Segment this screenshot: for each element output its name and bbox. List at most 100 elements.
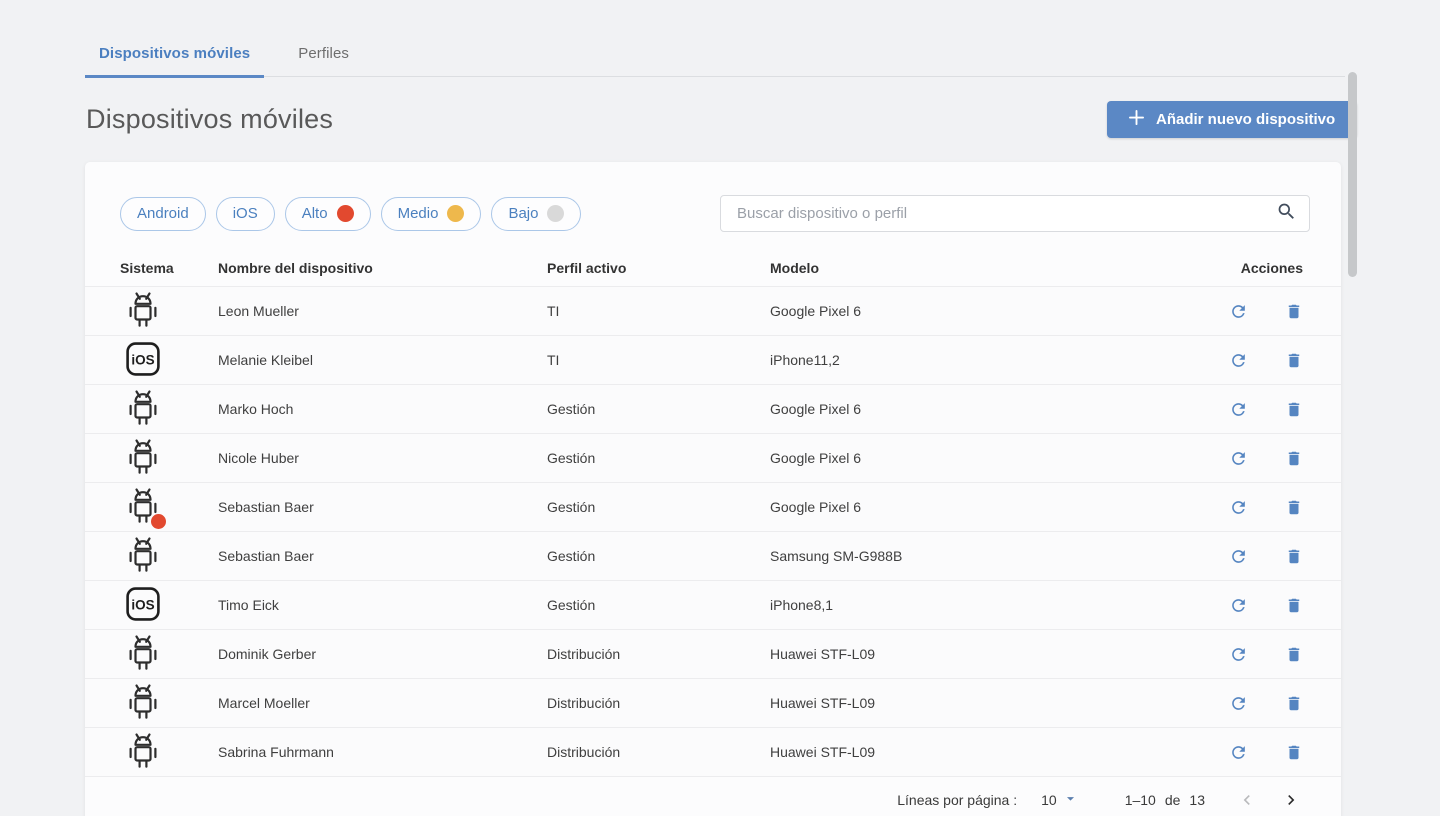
device-model: Huawei STF-L09 — [770, 744, 876, 761]
filter-chip-label: Android — [137, 205, 189, 222]
android-icon — [126, 732, 160, 773]
previous-page-button[interactable] — [1237, 790, 1257, 810]
severity-dot-icon — [447, 205, 465, 222]
severity-dot-icon — [547, 205, 565, 222]
active-profile: Distribución — [547, 695, 621, 712]
active-profile: Gestión — [547, 597, 596, 614]
column-header-perfil: Perfil activo — [547, 259, 627, 276]
sync-button[interactable] — [1229, 645, 1248, 664]
tab-perfiles[interactable]: Perfiles — [284, 33, 363, 78]
filter-chip-android[interactable]: Android — [120, 196, 206, 231]
sync-button[interactable] — [1229, 694, 1248, 713]
os-icon-wrap — [124, 486, 166, 530]
delete-button[interactable] — [1285, 400, 1303, 419]
device-name: Leon Mueller — [218, 303, 299, 320]
active-profile: Gestión — [547, 499, 596, 516]
column-header-sistema: Sistema — [120, 259, 174, 276]
pagination-total: 13 — [1189, 791, 1205, 808]
table-row: iOS Timo Eick Gestión iPhone8,1 — [85, 580, 1341, 630]
sync-button[interactable] — [1229, 547, 1248, 566]
table-row: Dominik Gerber Distribución Huawei STF-L… — [85, 629, 1341, 679]
table-row: Leon Mueller TI Google Pixel 6 — [85, 286, 1341, 336]
delete-button[interactable] — [1285, 449, 1303, 468]
sync-button[interactable] — [1229, 302, 1248, 321]
rows-per-page-select[interactable]: 10 — [1041, 790, 1079, 810]
sync-button[interactable] — [1229, 351, 1248, 370]
table-footer: Líneas por página : 10 1–10 de 13 — [85, 776, 1341, 816]
column-header-modelo: Modelo — [770, 259, 819, 276]
delete-button[interactable] — [1285, 645, 1303, 664]
search-icon[interactable] — [1276, 201, 1297, 227]
table-row: iOS Melanie Kleibel TI iPhone11,2 — [85, 335, 1341, 385]
caret-down-icon — [1062, 790, 1079, 810]
add-device-button-label: Añadir nuevo dispositivo — [1156, 111, 1336, 128]
table-header: Sistema Nombre del dispositivo Perfil ac… — [85, 249, 1341, 286]
device-model: Huawei STF-L09 — [770, 695, 876, 712]
android-icon — [126, 634, 160, 675]
delete-button[interactable] — [1285, 302, 1303, 321]
android-icon — [126, 683, 160, 724]
active-profile: TI — [547, 352, 560, 369]
tab-dispositivos-moviles[interactable]: Dispositivos móviles — [85, 33, 265, 78]
pagination-of-label: de — [1164, 791, 1181, 808]
os-icon-wrap — [124, 535, 162, 577]
delete-button[interactable] — [1285, 743, 1303, 762]
delete-button[interactable] — [1285, 351, 1303, 370]
filter-chip-medio[interactable]: Medio — [380, 196, 482, 231]
add-device-button[interactable]: Añadir nuevo dispositivo — [1107, 101, 1358, 138]
os-icon-wrap — [124, 731, 162, 773]
sync-button[interactable] — [1229, 400, 1248, 419]
android-icon — [126, 291, 160, 332]
android-icon — [126, 389, 160, 430]
filters-row: Android iOS Alto Medio Bajo — [85, 162, 1341, 249]
search-input[interactable] — [725, 205, 1276, 222]
os-icon-wrap — [124, 388, 162, 430]
next-page-button[interactable] — [1281, 790, 1301, 810]
filter-chip-label: Alto — [301, 205, 328, 222]
rows-per-page-label: Líneas por página : — [897, 791, 1018, 808]
pagination-range-values: 1–10 — [1124, 791, 1156, 808]
filter-chip-alto[interactable]: Alto — [284, 196, 371, 231]
device-name: Timo Eick — [218, 597, 279, 614]
android-icon — [126, 438, 160, 479]
table-row: Nicole Huber Gestión Google Pixel 6 — [85, 433, 1341, 483]
device-model: iPhone8,1 — [770, 597, 834, 614]
table-row: Marcel Moeller Distribución Huawei STF-L… — [85, 678, 1341, 728]
delete-button[interactable] — [1285, 547, 1303, 566]
devices-card: Android iOS Alto Medio Bajo Sistema Nombre d… — [85, 162, 1341, 816]
sync-button[interactable] — [1229, 596, 1248, 615]
sync-button[interactable] — [1229, 449, 1248, 468]
active-profile: Distribución — [547, 646, 621, 663]
severity-dot-icon — [336, 205, 354, 222]
filter-chip-bajo[interactable]: Bajo — [491, 196, 582, 231]
device-name: Sabrina Fuhrmann — [218, 744, 334, 761]
ios-icon: iOS — [125, 586, 161, 625]
delete-button[interactable] — [1285, 596, 1303, 615]
filter-chip-label: Medio — [397, 205, 439, 222]
os-icon-wrap: iOS — [124, 339, 162, 381]
plus-icon — [1129, 110, 1144, 129]
sync-button[interactable] — [1229, 498, 1248, 517]
device-model: Google Pixel 6 — [770, 303, 862, 320]
device-model: Samsung SM-G988B — [770, 548, 903, 565]
delete-button[interactable] — [1285, 498, 1303, 517]
table-row: Marko Hoch Gestión Google Pixel 6 — [85, 384, 1341, 434]
tab-bar: Dispositivos móviles Perfiles — [85, 33, 1345, 78]
table-row: Sabrina Fuhrmann Distribución Huawei STF… — [85, 727, 1341, 777]
svg-text:iOS: iOS — [131, 352, 154, 367]
filter-chip-ios[interactable]: iOS — [215, 196, 275, 231]
column-header-nombre: Nombre del dispositivo — [218, 259, 373, 276]
vertical-scrollbar[interactable] — [1348, 72, 1357, 277]
device-name: Dominik Gerber — [218, 646, 317, 663]
active-profile: Gestión — [547, 401, 596, 418]
device-name: Sebastian Baer — [218, 548, 314, 565]
active-profile: Distribución — [547, 744, 621, 761]
delete-button[interactable] — [1285, 694, 1303, 713]
os-icon-wrap — [124, 437, 162, 479]
sync-button[interactable] — [1229, 743, 1248, 762]
os-icon-wrap — [124, 682, 162, 724]
filter-chip-label: Bajo — [508, 205, 539, 222]
device-name: Nicole Huber — [218, 450, 299, 467]
active-profile: TI — [547, 303, 560, 320]
device-model: Google Pixel 6 — [770, 499, 862, 516]
